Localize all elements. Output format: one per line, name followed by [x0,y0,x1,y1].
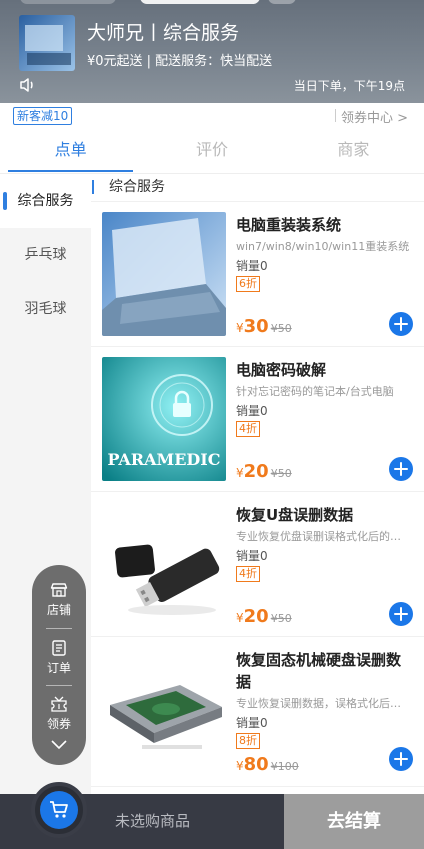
product-item[interactable]: 恢复固态机械硬盘误删数据 专业恢复误删数据，误格式化后的数据 销量0 8折 ¥8… [91,637,424,787]
floating-menu: 店铺 订单 领券 [32,565,86,765]
original-price: ¥50 [270,467,292,480]
add-to-cart-button[interactable] [389,312,413,336]
chevron-down-icon[interactable] [50,737,68,751]
coupon-icon [51,696,67,712]
discount-badge: 4折 [236,421,260,437]
product-desc: 专业恢复误删数据，误格式化后的数据 [236,697,411,710]
current-price: 80 [243,754,269,775]
currency-symbol: ¥ [236,611,244,625]
new-customer-badge[interactable]: 新客减10 [13,107,73,125]
promo-bar: 新客减10 领券中心 > [0,103,424,128]
product-image-hard-drive[interactable] [102,647,226,771]
add-to-cart-button[interactable] [389,457,413,481]
original-price: ¥50 [270,612,292,625]
product-image-lock[interactable]: PARAMEDIC [102,357,226,481]
divider [335,109,336,122]
current-price: 30 [243,316,269,337]
product-sales: 销量0 [236,549,268,563]
product-desc: 专业恢复优盘误删误格式化后的数据 [236,530,411,543]
bottom-cart-bar: 未选购商品 去结算 [0,782,424,849]
currency-symbol: ¥ [236,466,244,480]
product-desc: win7/win8/win10/win11重装系统 [236,240,410,253]
tab-order[interactable]: 点单 [0,128,141,173]
product-price: ¥30 ¥50 [236,316,292,337]
checkout-button[interactable]: 去结算 [284,794,424,849]
float-order-label: 订单 [46,661,71,675]
coupon-center-link[interactable]: 领券中心 > [341,107,408,126]
shop-icon [50,583,68,597]
float-shop-button[interactable]: 店铺 [32,581,86,618]
discount-badge: 4折 [236,566,260,582]
discount-badge: 6折 [236,276,260,292]
original-price: ¥100 [270,760,299,773]
tab-merchant[interactable]: 商家 [283,128,424,173]
product-sales: 销量0 [236,404,268,418]
add-to-cart-button[interactable] [389,747,413,771]
product-price: ¥20 ¥50 [236,461,292,482]
order-icon [52,640,66,656]
top-nav-pill[interactable] [20,0,116,4]
product-image-laptop[interactable] [102,212,226,336]
shop-notice: 当日下单，下午19点 [293,79,405,93]
divider [46,628,72,629]
product-title[interactable]: 电脑重装装系统 [236,214,411,236]
cart-icon-wrapper [40,791,78,829]
product-title[interactable]: 电脑密码破解 [236,359,411,381]
cart-button[interactable] [31,782,87,838]
tab-bar: 点单 评价 商家 [0,128,424,174]
add-to-cart-button[interactable] [389,602,413,626]
product-item[interactable]: PARAMEDIC 电脑密码破解 针对忘记密码的笔记本/台式电脑 销量0 4折 … [91,347,424,492]
product-item[interactable]: 电脑重装装系统 win7/win8/win10/win11重装系统 销量0 6折… [91,202,424,347]
current-price: 20 [243,461,269,482]
product-title[interactable]: 恢复U盘误删数据 [236,504,411,526]
product-price: ¥20 ¥50 [236,606,292,627]
section-title: 综合服务 [91,174,165,201]
sound-icon[interactable] [19,77,37,93]
shop-delivery-info: ¥0元起送 | 配送服务：快当配送 [87,54,273,69]
currency-symbol: ¥ [236,759,244,773]
product-item[interactable]: 恢复U盘误删数据 专业恢复优盘误删误格式化后的数据 销量0 4折 ¥20 ¥50 [91,492,424,637]
product-image-usb-drive[interactable] [102,502,226,626]
float-coupon-button[interactable]: 领券 [32,695,86,732]
category-badminton[interactable]: 羽毛球 [0,282,91,336]
shop-header: 大师兄丨综合服务 ¥0元起送 | 配送服务：快当配送 当日下单，下午19点 [0,0,424,103]
product-desc: 针对忘记密码的笔记本/台式电脑 [236,385,394,398]
shop-logo [19,15,75,71]
currency-symbol: ¥ [236,321,244,335]
product-list: 综合服务 电脑重装装系统 win7/win8/win10/win11重装系统 销… [91,174,424,794]
image-caption: PARAMEDIC [108,450,221,469]
category-table-tennis[interactable]: 乒乓球 [0,228,91,282]
tab-reviews[interactable]: 评价 [141,128,282,173]
product-sales: 销量0 [236,716,268,730]
product-title[interactable]: 恢复固态机械硬盘误删数据 [236,649,411,693]
product-sales: 销量0 [236,259,268,273]
float-order-button[interactable]: 订单 [32,639,86,676]
float-shop-label: 店铺 [46,603,71,617]
current-price: 20 [243,606,269,627]
cart-empty-text: 未选购商品 [115,812,191,830]
top-action-pill[interactable] [268,0,296,4]
original-price: ¥50 [270,322,292,335]
product-price: ¥80 ¥100 [236,754,299,775]
divider [46,685,72,686]
cart-icon [50,801,68,818]
float-coupon-label: 领券 [46,717,71,731]
discount-badge: 8折 [236,733,260,749]
category-general-service[interactable]: 综合服务 [0,174,91,228]
top-search-pill[interactable] [140,0,260,4]
shop-name: 大师兄丨综合服务 [87,22,240,44]
